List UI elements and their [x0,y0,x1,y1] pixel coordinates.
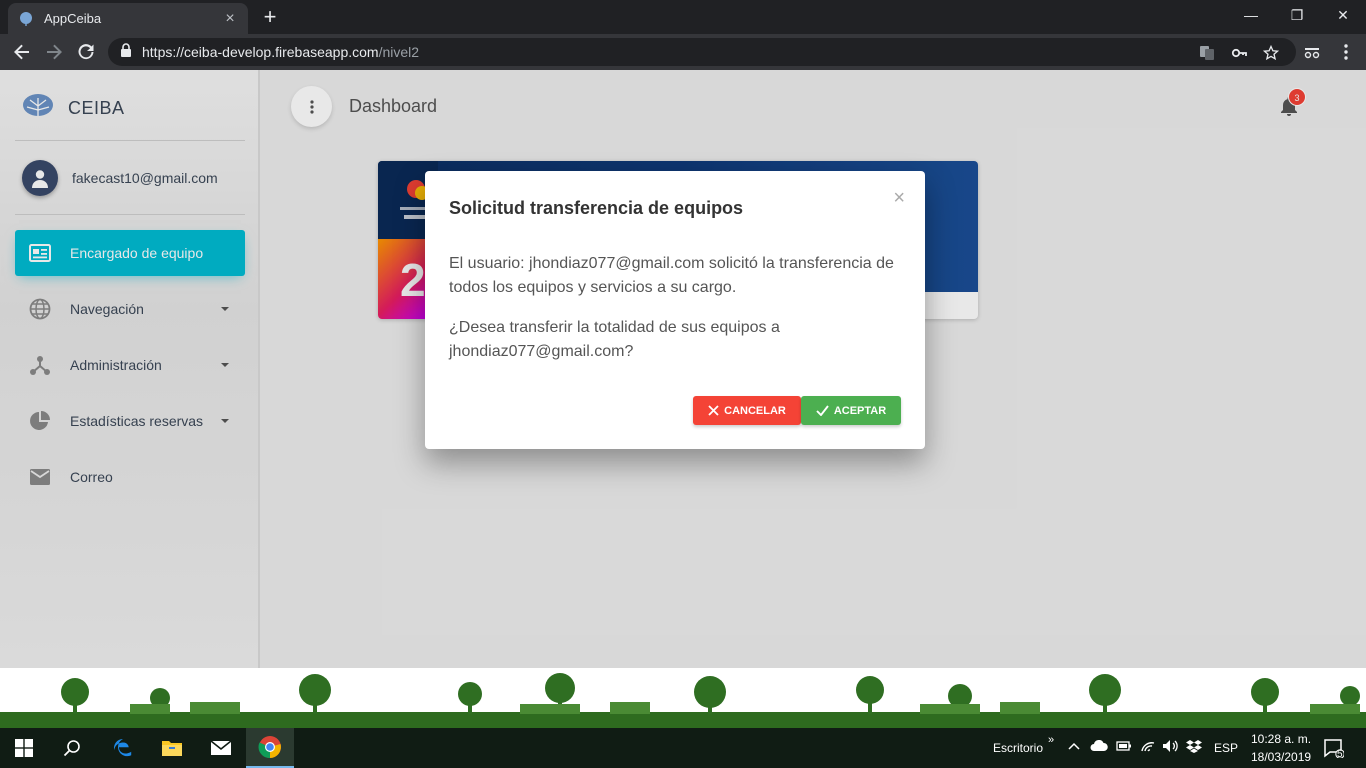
close-window-button[interactable]: ✕ [1320,0,1366,30]
back-icon[interactable] [10,40,34,64]
close-icon [708,405,719,416]
tree-favicon-icon [18,11,34,27]
star-icon[interactable] [1262,44,1280,62]
windows-taskbar: Escritorio » ESP 10:28 a. m. 18/03/2019 … [0,728,1366,768]
windows-start-icon[interactable] [0,728,48,768]
url-host: https://ceiba-develop.firebaseapp.com [142,44,379,60]
dialog-close-icon[interactable]: × [893,187,905,210]
web-page: CEIBA fakecast10@gmail.com Encargado de … [0,70,1366,668]
tab-title: AppCeiba [44,11,102,26]
reload-icon[interactable] [74,40,98,64]
new-tab-button[interactable]: + [258,5,282,29]
restore-button[interactable]: ❐ [1274,0,1320,30]
translate-icon[interactable] [1198,44,1216,62]
edge-browser-icon[interactable] [99,728,147,768]
forward-icon[interactable] [42,40,66,64]
wifi-icon[interactable] [1140,739,1156,756]
incognito-icon[interactable] [1302,42,1322,62]
browser-tab[interactable]: AppCeiba × [8,3,248,34]
file-explorer-icon[interactable] [148,728,196,768]
language-indicator[interactable]: ESP [1214,741,1238,755]
clock-time[interactable]: 10:28 a. m. [1251,732,1311,746]
tab-close-icon[interactable]: × [222,10,238,28]
transfer-request-dialog: Solicitud transferencia de equipos × El … [425,171,925,449]
dropbox-icon[interactable] [1186,739,1202,756]
search-icon[interactable] [48,728,96,768]
tray-overflow-icon[interactable] [1068,740,1080,754]
cancel-button[interactable]: CANCELAR [693,396,801,425]
url-path: /nivel2 [378,44,420,60]
chrome-icon[interactable] [246,728,294,768]
screen: AppCeiba × + — ❐ ✕ https://ceiba-develop… [0,0,1366,768]
notification-count: 5 [1337,749,1343,760]
cancel-button-label: CANCELAR [724,404,786,417]
address-bar[interactable]: https://ceiba-develop.firebaseapp.com/ni… [108,38,1296,66]
accept-button-label: ACEPTAR [833,404,887,417]
mail-app-icon[interactable] [197,728,245,768]
key-icon[interactable] [1230,44,1248,62]
desktop-toolbar-label[interactable]: Escritorio [993,741,1043,755]
tree-silhouette-graphic [0,673,1366,728]
volume-icon[interactable] [1162,739,1180,756]
dialog-message-confirm: ¿Desea transferir la totalidad de sus eq… [449,319,780,360]
clock-date[interactable]: 18/03/2019 [1251,750,1311,764]
chevron-double-right-icon[interactable]: » [1048,734,1054,746]
check-icon [816,405,829,416]
browser-menu-icon[interactable] [1336,42,1356,62]
browser-toolbar: https://ceiba-develop.firebaseapp.com/ni… [0,34,1366,70]
minimize-button[interactable]: — [1228,0,1274,30]
battery-icon[interactable] [1116,740,1132,755]
url-text: https://ceiba-develop.firebaseapp.com/ni… [142,44,419,60]
dialog-message-request: El usuario: jhondiaz077@gmail.com solici… [449,255,894,296]
footer-trees-decoration [0,668,1366,728]
lock-icon [120,42,132,62]
accept-button[interactable]: ACEPTAR [801,396,901,425]
onedrive-cloud-icon[interactable] [1090,739,1108,755]
dialog-title: Solicitud transferencia de equipos [449,198,744,218]
browser-tab-strip: AppCeiba × + — ❐ ✕ [0,0,1366,34]
